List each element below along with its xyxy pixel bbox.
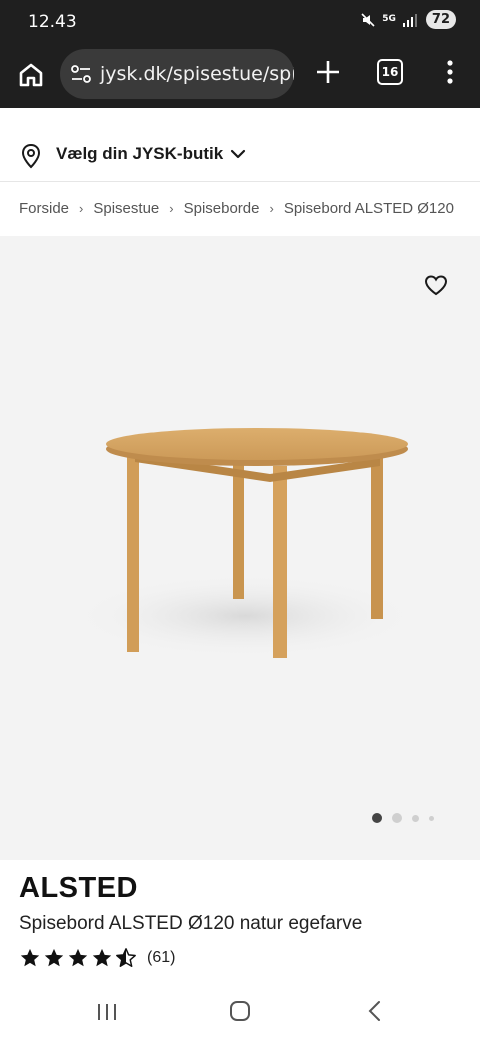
location-pin-icon <box>21 143 41 169</box>
star-icon <box>20 948 40 967</box>
heart-icon[interactable] <box>424 274 448 296</box>
rating-count: (61) <box>147 949 176 966</box>
plus-icon[interactable] <box>314 58 342 86</box>
chevron-right-icon: › <box>79 201 84 216</box>
tab-switcher-icon[interactable]: 16 <box>377 59 403 85</box>
product-image <box>70 428 420 658</box>
gallery-dot[interactable] <box>412 814 419 822</box>
back-icon[interactable] <box>366 1000 384 1022</box>
gallery-dot[interactable] <box>429 815 434 821</box>
browser-toolbar: jysk.dk/spisestue/spisebord 16 <box>0 44 480 108</box>
status-bar: 12.43 5G 72 <box>0 0 480 44</box>
status-icons: 5G 72 <box>360 10 456 29</box>
signal-icon <box>402 13 417 27</box>
breadcrumb-current: Spisebord ALSTED Ø120 <box>283 200 454 217</box>
product-rating[interactable]: (61) <box>19 947 175 969</box>
network-type: 5G <box>382 14 396 24</box>
gallery-dot[interactable] <box>372 813 382 823</box>
star-icon <box>68 948 88 967</box>
battery-level: 72 <box>425 10 456 29</box>
breadcrumb-home[interactable]: Forside <box>19 200 69 217</box>
status-time: 12.43 <box>28 12 77 32</box>
breadcrumb-spiseborde[interactable]: Spiseborde <box>184 200 260 217</box>
product-name: Spisebord ALSTED Ø120 natur egefarve <box>19 913 363 934</box>
recents-icon[interactable] <box>96 1002 118 1022</box>
more-vert-icon[interactable] <box>440 58 460 86</box>
url-text: jysk.dk/spisestue/spisebord <box>100 63 294 85</box>
product-image-gallery[interactable] <box>0 236 480 860</box>
chevron-right-icon: › <box>169 201 174 216</box>
star-icon <box>44 948 64 967</box>
address-bar[interactable]: jysk.dk/spisestue/spisebord <box>60 49 294 99</box>
system-nav-bar <box>0 984 480 1040</box>
chevron-down-icon <box>230 149 246 159</box>
chevron-right-icon: › <box>269 201 274 216</box>
gallery-pagination <box>372 813 434 823</box>
breadcrumb: Forside › Spisestue › Spiseborde › Spise… <box>0 182 480 236</box>
site-settings-icon[interactable] <box>70 64 92 84</box>
nav-home-icon[interactable] <box>229 1000 251 1022</box>
star-half-icon <box>116 948 136 967</box>
home-icon[interactable] <box>16 60 46 90</box>
product-brand: ALSTED <box>19 872 138 904</box>
store-selector[interactable]: Vælg din JYSK-butik <box>0 108 480 182</box>
mute-icon <box>361 12 375 27</box>
store-selector-label: Vælg din JYSK-butik <box>56 144 224 163</box>
gallery-dot[interactable] <box>392 813 402 823</box>
star-icon <box>92 948 112 967</box>
breadcrumb-spisestue[interactable]: Spisestue <box>93 200 159 217</box>
